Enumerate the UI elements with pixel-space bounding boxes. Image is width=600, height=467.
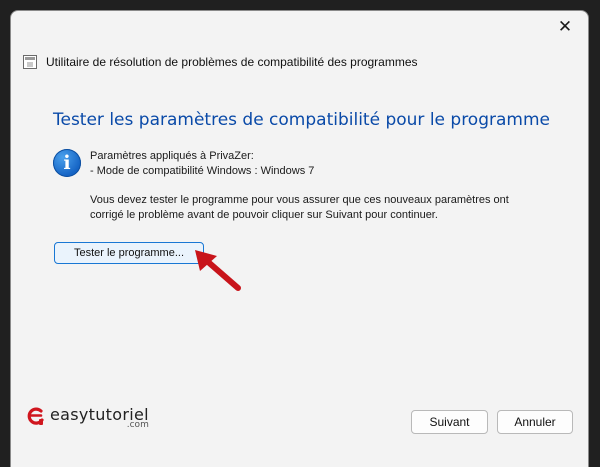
instructions-line-2: corrigé le problème avant de pouvoir cli… [90,209,438,221]
compatibility-mode-text: - Mode de compatibilité Windows : Window… [90,165,315,177]
title-bar: ✕ [11,11,588,51]
instructions-line-1: Vous devez tester le programme pour vous… [90,194,509,206]
easytutoriel-logo: easytutoriel .com [25,405,149,430]
logo-suffix: .com [126,420,149,430]
page-heading: Tester les paramètres de compatibilité p… [53,110,550,130]
dialog-title: Utilitaire de résolution de problèmes de… [46,55,418,69]
next-button[interactable]: Suivant [411,410,488,434]
close-icon: ✕ [557,17,573,36]
test-program-button[interactable]: Tester le programme... [54,242,204,264]
dialog-header: Utilitaire de résolution de problèmes de… [23,53,418,71]
easytutoriel-logo-icon [27,407,44,425]
dialog-window: ✕ Utilitaire de résolution de problèmes … [10,10,589,467]
cancel-button[interactable]: Annuler [497,410,573,434]
close-button[interactable]: ✕ [542,11,588,43]
info-icon: i [53,149,81,177]
dialog-footer: easytutoriel .com Suivant Annuler [11,397,588,467]
logo-text: easytutoriel .com [50,405,149,430]
pointer-arrow-icon [195,250,241,291]
applied-settings-label: Paramètres appliqués à PrivaZer: [90,150,254,162]
app-icon [23,55,37,69]
